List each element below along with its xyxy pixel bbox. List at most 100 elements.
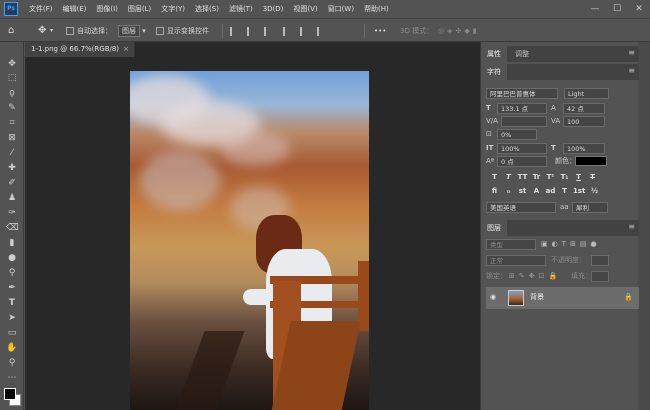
panel-menu-icon[interactable]: ≡ (628, 222, 635, 231)
close-window-button[interactable]: ✕ (628, 0, 650, 18)
blend-mode-select[interactable]: 正常 (486, 255, 546, 266)
fractions-button[interactable]: ½ (589, 186, 600, 197)
kerning-field[interactable] (501, 116, 547, 127)
baseline-shift-icon: Aª (486, 157, 495, 165)
move-tool-icon[interactable]: ✥ (38, 24, 46, 38)
fill-field[interactable] (591, 271, 609, 282)
underline-button[interactable]: T (573, 172, 584, 183)
stylistic-alternates-button[interactable]: ad (545, 186, 556, 197)
tab-character[interactable]: 字符 (481, 64, 507, 80)
brush-tool-icon[interactable]: ✐ (6, 177, 18, 189)
vertical-scale-field[interactable]: 100% (497, 143, 547, 154)
home-icon[interactable]: ⌂ (8, 24, 14, 38)
tab-adjustments[interactable]: 调整 (509, 46, 535, 62)
baseline-shift-field[interactable]: 0 点 (497, 156, 547, 167)
swash-button[interactable]: A (531, 186, 542, 197)
ligature-button[interactable]: fi (489, 186, 500, 197)
language-select[interactable]: 美国英语 (486, 202, 556, 213)
menu-filter[interactable]: 滤镜(T) (224, 0, 258, 18)
chevron-down-icon[interactable]: ▾ (50, 24, 53, 38)
quick-select-tool-icon[interactable]: ✎ (6, 102, 18, 114)
tracking-field[interactable]: 100 (563, 116, 605, 127)
panel-menu-icon[interactable]: ≡ (628, 48, 635, 57)
pen-tool-icon[interactable]: ✒ (6, 282, 18, 294)
strikethrough-button[interactable]: T (587, 172, 598, 183)
rectangle-tool-icon[interactable]: ▭ (6, 327, 18, 339)
align-buttons-group[interactable] (226, 24, 330, 38)
tab-layers[interactable]: 图层 (481, 220, 507, 236)
layer-filter-select[interactable]: 类型 (486, 239, 536, 250)
layer-filter-icons[interactable]: ▣◐T⊞▤● (541, 239, 601, 250)
crop-tool-icon[interactable]: ⌗ (6, 117, 18, 129)
small-caps-button[interactable]: Tr (531, 172, 542, 183)
frame-tool-icon[interactable]: ⊠ (6, 132, 18, 144)
menu-image[interactable]: 图像(I) (91, 0, 123, 18)
subscript-button[interactable]: T₁ (559, 172, 570, 183)
maximize-button[interactable]: ☐ (606, 0, 628, 18)
zoom-tool-icon[interactable]: ⚲ (6, 357, 18, 369)
lasso-tool-icon[interactable]: ϙ (6, 87, 18, 99)
titling-alternates-button[interactable]: T (559, 186, 570, 197)
more-options-button[interactable]: ••• (374, 24, 386, 38)
auto-select-dropdown[interactable]: 图层 ▾ (118, 24, 146, 38)
ordinals-button[interactable]: 1st (573, 186, 585, 197)
menu-3d[interactable]: 3D(D) (258, 0, 289, 18)
eraser-tool-icon[interactable]: ⌫ (6, 222, 19, 234)
faux-italic-button[interactable]: T (503, 172, 514, 183)
visibility-eye-icon[interactable]: ◉ (490, 292, 496, 303)
text-color-swatch[interactable] (575, 156, 607, 166)
menu-window[interactable]: 窗口(W) (323, 0, 359, 18)
show-transform-checkbox[interactable]: 显示变换控件 (156, 24, 209, 38)
menu-select[interactable]: 选择(S) (190, 0, 224, 18)
foreground-color-swatch[interactable] (4, 388, 16, 400)
horizontal-scale-icon: T (551, 144, 556, 152)
minimize-button[interactable]: — (584, 0, 606, 18)
layer-row-background[interactable]: ◉ 背景 🔒 (486, 287, 639, 309)
move-tool-icon[interactable]: ✥ (6, 58, 18, 70)
dodge-tool-icon[interactable]: ⚲ (6, 267, 18, 279)
close-icon[interactable]: × (123, 42, 129, 57)
faux-bold-button[interactable]: T (489, 172, 500, 183)
more-tools-icon[interactable]: ⋯ (6, 372, 18, 384)
menu-edit[interactable]: 编辑(E) (58, 0, 92, 18)
hand-tool-icon[interactable]: ✋ (6, 342, 18, 354)
panel-menu-icon[interactable]: ≡ (628, 66, 635, 75)
panel-collapse-strip[interactable] (638, 42, 650, 410)
font-size-field[interactable]: 133.1 点 (497, 103, 547, 114)
lock-icons[interactable]: ⊞✎✥⊡🔒 (509, 271, 561, 282)
antialias-select[interactable]: 犀利 (572, 202, 608, 213)
clone-stamp-tool-icon[interactable]: ♟ (6, 192, 18, 204)
marquee-tool-icon[interactable]: ⬚ (6, 72, 18, 84)
image-canvas[interactable] (130, 71, 369, 410)
discretionary-ligature-button[interactable]: st (517, 186, 528, 197)
layers-tabs: 图层 ≡ (481, 220, 639, 236)
menu-type[interactable]: 文字(Y) (156, 0, 190, 18)
3d-mode-icons[interactable]: ◎◈✣◆▮ (438, 24, 480, 38)
superscript-button[interactable]: T¹ (545, 172, 556, 183)
eyedropper-tool-icon[interactable]: ⁄ (6, 147, 18, 159)
layer-name: 背景 (530, 293, 544, 301)
document-tab[interactable]: 1-1.png @ 66.7%(RGB/8) × (25, 42, 135, 57)
menu-layer[interactable]: 图层(L) (123, 0, 156, 18)
font-style-select[interactable]: Light (564, 88, 609, 99)
all-caps-button[interactable]: TT (517, 172, 528, 183)
blur-tool-icon[interactable]: ● (6, 252, 18, 264)
menu-file[interactable]: 文件(F) (24, 0, 58, 18)
leading-field[interactable]: 42 点 (563, 103, 605, 114)
3d-mode-label: 3D 模式： (400, 27, 434, 35)
path-selection-tool-icon[interactable]: ➤ (6, 312, 18, 324)
tsume-field[interactable]: 0% (497, 129, 537, 140)
type-tool-icon[interactable]: T (6, 297, 18, 309)
font-family-select[interactable]: 阿里巴巴普惠体 (486, 88, 558, 99)
align-left-icon (230, 26, 239, 36)
healing-brush-tool-icon[interactable]: ✚ (6, 162, 18, 174)
opacity-field[interactable] (591, 255, 609, 266)
menu-help[interactable]: 帮助(H) (359, 0, 394, 18)
horizontal-scale-field[interactable]: 100% (563, 143, 605, 154)
tab-properties[interactable]: 属性 (481, 46, 507, 62)
gradient-tool-icon[interactable]: ▮ (6, 237, 18, 249)
auto-select-checkbox[interactable]: 自动选择： (66, 24, 112, 38)
history-brush-tool-icon[interactable]: ✑ (6, 207, 18, 219)
old-style-button[interactable]: ℴ (503, 186, 514, 197)
menu-view[interactable]: 视图(V) (288, 0, 322, 18)
